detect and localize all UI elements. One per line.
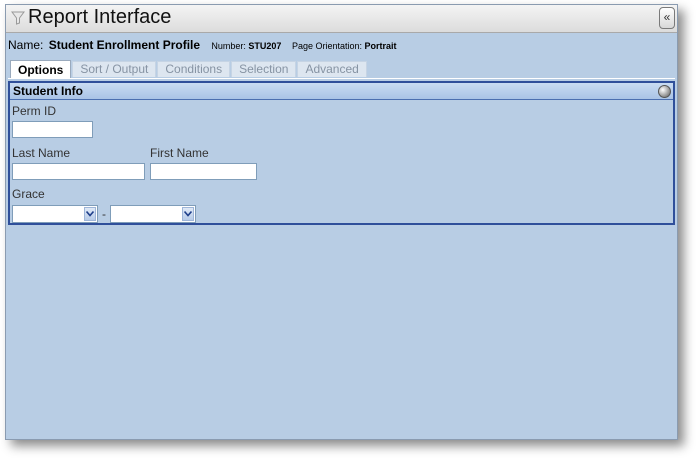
first-name-label: First Name — [150, 146, 209, 160]
perm-id-label: Perm ID — [12, 104, 57, 118]
panel-title: Student Info — [13, 84, 83, 98]
report-name: Student Enrollment Profile — [48, 38, 201, 52]
window-title: Report Interface — [28, 6, 172, 28]
grade-from-select[interactable] — [12, 205, 98, 223]
orientation-label: Page Orientation: — [291, 41, 362, 51]
chevron-down-icon[interactable] — [84, 207, 96, 221]
title-bar: Report Interface « — [6, 5, 677, 33]
chevron-down-icon[interactable] — [182, 207, 194, 221]
name-label: Name: — [8, 38, 44, 52]
number-label: Number: — [211, 41, 246, 51]
grade-range-separator: - — [102, 207, 106, 221]
filter-icon — [11, 11, 25, 25]
circle-toggle-icon[interactable] — [658, 85, 671, 98]
page-orientation: Page Orientation: Portrait — [292, 41, 397, 51]
student-info-panel: Student Info Perm ID Last Name First Nam… — [8, 81, 675, 225]
last-name-field[interactable] — [12, 163, 145, 180]
first-name-field[interactable] — [150, 163, 257, 180]
tab-options[interactable]: Options — [10, 60, 72, 78]
tab-divider — [8, 78, 675, 79]
tab-sort-output[interactable]: Sort / Output — [72, 61, 157, 77]
perm-id-field[interactable] — [12, 121, 93, 138]
number-value: STU207 — [248, 41, 282, 51]
grade-to-select[interactable] — [110, 205, 196, 223]
report-info-bar: Name: Student Enrollment Profile Number:… — [8, 38, 397, 52]
tab-selection[interactable]: Selection — [231, 61, 297, 77]
last-name-label: Last Name — [12, 146, 71, 160]
report-interface-window: Report Interface « Name: Student Enrollm… — [5, 4, 678, 440]
tab-conditions[interactable]: Conditions — [157, 61, 231, 77]
orientation-value: Portrait — [364, 41, 397, 51]
tab-strip: Options Sort / Output Conditions Selecti… — [10, 60, 368, 78]
chevron-double-left-icon: « — [663, 10, 671, 24]
tab-advanced[interactable]: Advanced — [297, 61, 367, 77]
collapse-button[interactable]: « — [659, 7, 675, 29]
panel-header: Student Info — [10, 83, 673, 100]
grade-label: Grace — [12, 187, 45, 201]
report-number: Number: STU207 — [211, 41, 284, 51]
